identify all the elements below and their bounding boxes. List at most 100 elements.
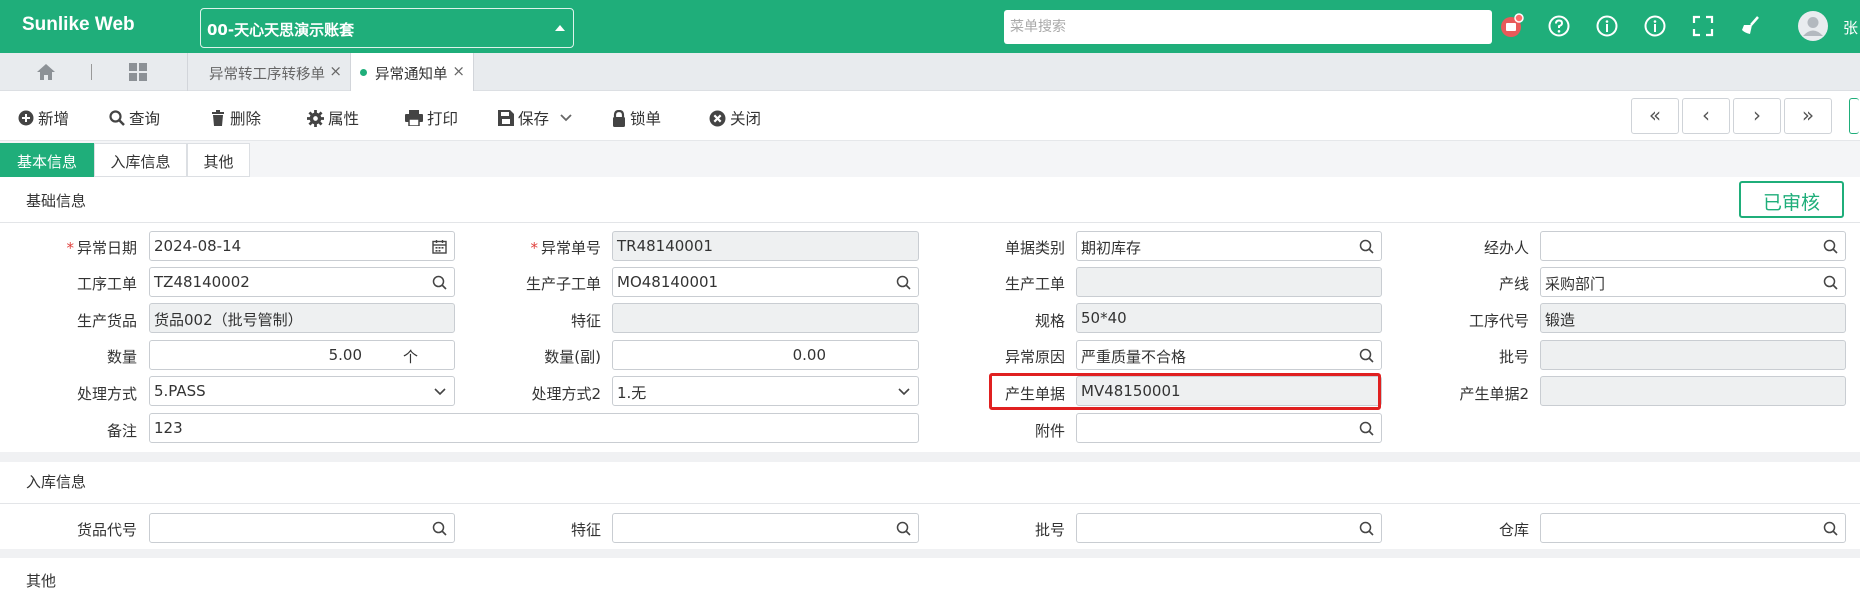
close-label: 关闭: [730, 110, 762, 128]
handling2-select[interactable]: 1.无: [612, 376, 919, 406]
prod-line-label: 产线: [1498, 275, 1529, 293]
search-icon[interactable]: [432, 521, 447, 536]
tab-exception-notice[interactable]: 异常通知单 ×: [350, 53, 474, 91]
account-name: 00-天心天思演示账套: [207, 21, 355, 39]
section-gap: [0, 452, 1860, 462]
subtab-stock-in[interactable]: 入库信息: [94, 143, 187, 177]
section-divider: [0, 503, 1860, 504]
prod-order-label: 生产工单: [1004, 275, 1065, 293]
chevron-down-icon[interactable]: [559, 113, 573, 123]
search-icon[interactable]: [432, 275, 447, 290]
sub-order-field[interactable]: MO48140001: [612, 267, 919, 297]
process-order-label: 工序工单: [76, 275, 137, 293]
search-icon[interactable]: [1823, 275, 1838, 290]
calendar-icon[interactable]: [432, 239, 447, 254]
prod-line-value: 采购部门: [1545, 275, 1606, 293]
close-icon[interactable]: ×: [329, 62, 342, 80]
source-doc2-field[interactable]: [1540, 376, 1846, 406]
stock-feature-field[interactable]: [612, 513, 919, 543]
handler-field[interactable]: [1540, 231, 1846, 261]
process-code-field[interactable]: 锻造: [1540, 303, 1846, 333]
query-label: 查询: [129, 110, 161, 128]
search-icon[interactable]: [896, 521, 911, 536]
lock-button[interactable]: 锁单: [612, 107, 661, 129]
process-order-field[interactable]: TZ48140002: [149, 267, 455, 297]
section-stock-in-title: 入库信息: [26, 473, 87, 491]
query-button[interactable]: 查询: [109, 107, 160, 129]
attachment-field[interactable]: [1076, 413, 1382, 443]
batch-no-label: 批号: [1498, 348, 1529, 366]
info-icon[interactable]: [1594, 13, 1620, 39]
exception-reason-field[interactable]: 严重质量不合格: [1076, 340, 1382, 370]
quantity-label: 数量: [106, 348, 137, 366]
quantity-sub-field[interactable]: 0.00: [612, 340, 919, 370]
home-icon[interactable]: [36, 62, 56, 82]
close-button[interactable]: 关闭: [709, 107, 761, 129]
exception-no-field[interactable]: TR48140001: [612, 231, 919, 261]
spec-field[interactable]: 50*40: [1076, 303, 1382, 333]
exception-date-field[interactable]: 2024-08-14: [149, 231, 455, 261]
remark-label: 备注: [106, 422, 137, 440]
stock-feature-label: 特征: [570, 521, 601, 539]
feature-field[interactable]: [612, 303, 919, 333]
search-icon[interactable]: [1359, 421, 1374, 436]
stock-warehouse-field[interactable]: [1540, 513, 1846, 543]
search-icon[interactable]: [1359, 348, 1374, 363]
prod-order-field[interactable]: [1076, 267, 1382, 297]
broom-icon[interactable]: [1738, 13, 1764, 39]
quantity-field[interactable]: 5.00 个: [149, 340, 455, 370]
handling2-value: 1.无: [617, 384, 647, 402]
search-icon[interactable]: [1359, 239, 1374, 254]
subtab-other[interactable]: 其他: [187, 143, 250, 177]
add-button[interactable]: 新增: [18, 107, 69, 129]
subtab-basic-info[interactable]: 基本信息: [0, 143, 94, 177]
handling-label: 处理方式: [76, 385, 137, 403]
gear-icon: [307, 109, 324, 127]
delete-label: 删除: [230, 110, 262, 128]
message-icon[interactable]: [1498, 13, 1524, 39]
user-name[interactable]: 张: [1843, 17, 1858, 38]
menu-search-input[interactable]: [1004, 10, 1492, 44]
properties-button[interactable]: 属性: [307, 107, 359, 129]
handling-value: 5.PASS: [154, 382, 206, 400]
search-icon[interactable]: [1359, 521, 1374, 536]
more-button[interactable]: [1849, 98, 1859, 134]
close-icon[interactable]: ×: [452, 62, 465, 80]
feature-label: 特征: [570, 312, 601, 330]
about-icon[interactable]: [1642, 13, 1668, 39]
exception-date-value: 2024-08-14: [154, 237, 242, 255]
account-selector[interactable]: 00-天心天思演示账套: [200, 8, 574, 48]
tab-exception-transfer[interactable]: 异常转工序转移单 ×: [187, 53, 350, 91]
prod-goods-field[interactable]: 货品002（批号管制）: [149, 303, 455, 333]
app-logo[interactable]: Sunlike Web: [22, 14, 135, 36]
prev-record-button[interactable]: ‹: [1682, 98, 1730, 134]
handling-select[interactable]: 5.PASS: [149, 376, 455, 406]
grid-icon[interactable]: [128, 62, 148, 82]
doc-category-field[interactable]: 期初库存: [1076, 231, 1382, 261]
user-avatar[interactable]: [1797, 10, 1829, 42]
help-icon[interactable]: [1546, 13, 1572, 39]
prod-line-field[interactable]: 采购部门: [1540, 267, 1846, 297]
remark-field[interactable]: 123: [149, 413, 919, 443]
print-button[interactable]: 打印: [405, 107, 458, 129]
batch-no-field[interactable]: [1540, 340, 1846, 370]
stock-batch-field[interactable]: [1076, 513, 1382, 543]
search-icon[interactable]: [1823, 521, 1838, 536]
action-toolbar: 新增 查询 删除 属性 打印 保存 锁单 关闭 « ‹ › »: [0, 91, 1860, 141]
plus-circle-icon: [18, 110, 34, 126]
stock-goods-code-field[interactable]: [149, 513, 455, 543]
highlight-box: [989, 373, 1381, 410]
chevron-down-icon[interactable]: [433, 385, 447, 399]
search-icon[interactable]: [896, 275, 911, 290]
last-record-button[interactable]: »: [1784, 98, 1832, 134]
delete-button[interactable]: 删除: [210, 107, 261, 129]
chevron-down-icon[interactable]: [897, 385, 911, 399]
search-icon[interactable]: [1823, 239, 1838, 254]
save-button[interactable]: 保存: [498, 107, 577, 129]
fullscreen-icon[interactable]: [1690, 13, 1716, 39]
next-record-button[interactable]: ›: [1733, 98, 1781, 134]
section-divider: [0, 222, 1860, 223]
handling2-label: 处理方式2: [531, 385, 601, 403]
first-record-button[interactable]: «: [1631, 98, 1679, 134]
properties-label: 属性: [328, 110, 360, 128]
